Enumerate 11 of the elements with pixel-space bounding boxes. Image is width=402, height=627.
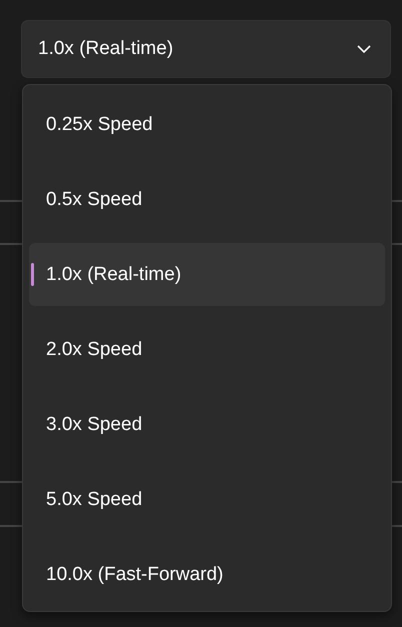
- chevron-down-icon: [356, 44, 372, 54]
- menu-option[interactable]: 0.25x Speed: [29, 93, 385, 156]
- menu-option[interactable]: 10.0x (Fast-Forward): [29, 543, 385, 606]
- menu-option[interactable]: 3.0x Speed: [29, 393, 385, 456]
- menu-option[interactable]: 1.0x (Real-time): [29, 243, 385, 306]
- menu-option[interactable]: 2.0x Speed: [29, 318, 385, 381]
- menu-option[interactable]: 5.0x Speed: [29, 468, 385, 531]
- selection-indicator: [31, 263, 34, 286]
- dropdown-value: 1.0x (Real-time): [38, 38, 174, 60]
- speed-dropdown[interactable]: 1.0x (Real-time): [21, 20, 391, 78]
- menu-option[interactable]: 0.5x Speed: [29, 168, 385, 231]
